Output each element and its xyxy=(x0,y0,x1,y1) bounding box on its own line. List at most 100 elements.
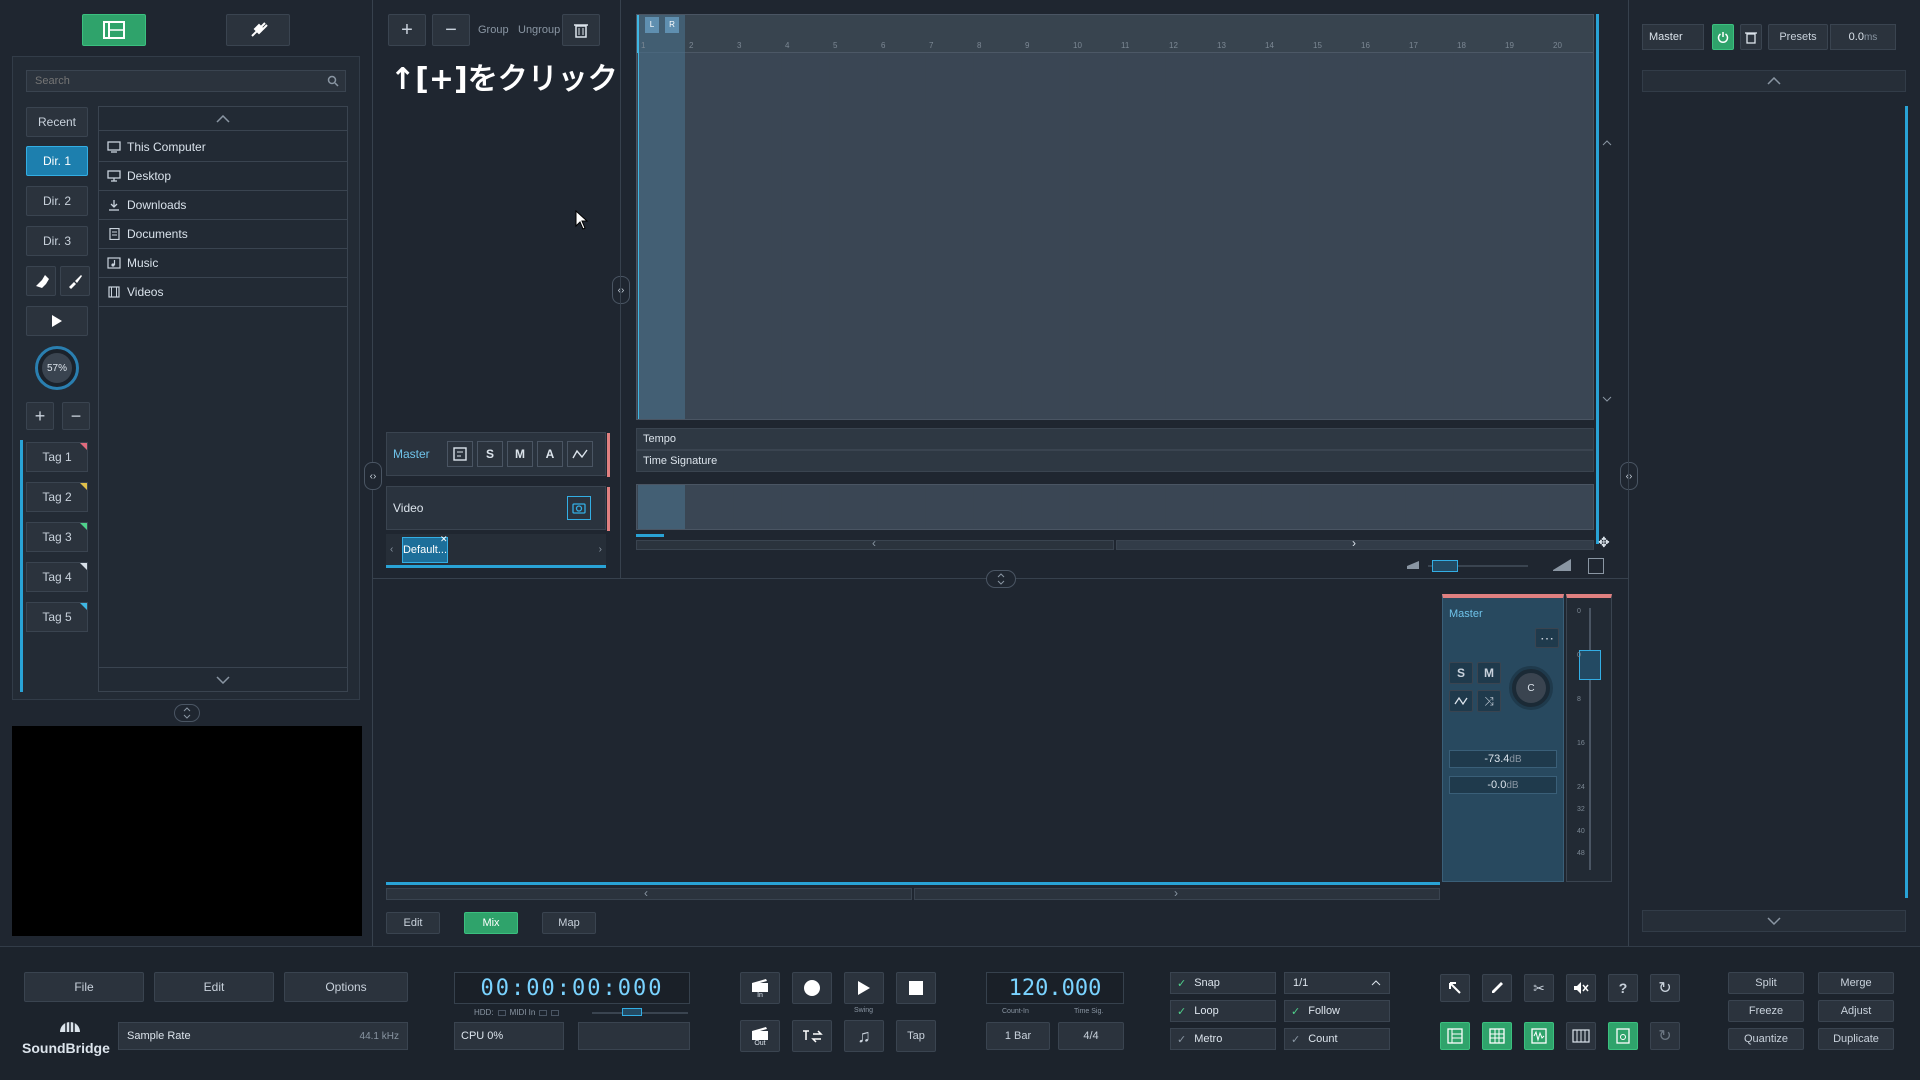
play-button[interactable] xyxy=(844,972,884,1004)
chevron-left-icon[interactable]: ‹ xyxy=(644,886,648,900)
undo-history-button[interactable]: ↻ xyxy=(1650,974,1680,1002)
fx-power-button[interactable] xyxy=(1712,24,1734,50)
follow-toggle[interactable]: ✓ Follow xyxy=(1284,1000,1390,1022)
pointer-tool-button[interactable] xyxy=(1440,974,1470,1002)
quantize-button[interactable]: Quantize xyxy=(1728,1028,1804,1050)
delay-value-field[interactable]: 0.0 ms xyxy=(1830,24,1896,50)
options-menu[interactable]: Options xyxy=(284,972,408,1002)
tab-scroll-left[interactable]: ‹ xyxy=(390,544,393,555)
scroll-up-button[interactable] xyxy=(99,107,347,131)
solo-button[interactable]: S xyxy=(477,441,503,467)
search-input[interactable] xyxy=(27,71,317,91)
location-this-computer[interactable]: This Computer xyxy=(99,133,347,162)
mixer-scroll-region[interactable]: ‹ › xyxy=(386,882,1440,904)
chevron-right-icon[interactable]: › xyxy=(1352,536,1356,550)
video-track-header[interactable]: Video xyxy=(386,486,610,531)
fx-channel-selector[interactable]: Master xyxy=(1642,24,1704,50)
tab-map[interactable]: Map xyxy=(542,912,596,934)
chevron-down-icon[interactable] xyxy=(1602,396,1612,402)
horizontal-scrollbar[interactable]: ‹ › xyxy=(636,534,1594,550)
punch-in-button[interactable]: In xyxy=(740,972,780,1004)
punch-out-button[interactable]: Out xyxy=(740,1020,780,1052)
ruler[interactable] xyxy=(637,15,1593,53)
preview-play-button[interactable] xyxy=(26,306,88,336)
preview-volume-knob[interactable]: 57% xyxy=(35,346,79,390)
zoom-in-icon[interactable] xyxy=(1552,558,1572,572)
add-track-button[interactable]: + xyxy=(388,14,426,46)
loop-toggle[interactable]: ✓ Loop xyxy=(1170,1000,1276,1022)
tempo-display[interactable]: 120.000 xyxy=(986,972,1124,1004)
video-lane[interactable] xyxy=(636,484,1594,530)
channel-automation-button[interactable] xyxy=(1449,690,1473,712)
loop-right-marker[interactable]: R xyxy=(665,17,679,33)
remove-track-button[interactable]: − xyxy=(432,14,470,46)
location-downloads[interactable]: Downloads xyxy=(99,191,347,220)
delete-track-button[interactable] xyxy=(562,14,600,46)
zoom-out-icon[interactable] xyxy=(1406,560,1420,570)
dir-2-button[interactable]: Dir. 2 xyxy=(26,186,88,216)
fx-delete-button[interactable] xyxy=(1740,24,1762,50)
chevron-right-icon[interactable]: › xyxy=(1174,886,1178,900)
grid-resolution-select[interactable]: 1/1 xyxy=(1284,972,1390,994)
merge-button[interactable]: Merge xyxy=(1818,972,1894,994)
vertical-scroll-track[interactable] xyxy=(1596,14,1614,544)
tag-1[interactable]: Tag 1 xyxy=(26,442,88,472)
automation-read-button[interactable]: A xyxy=(537,441,563,467)
dir-recent-button[interactable]: Recent xyxy=(26,107,88,137)
brush-tool-button[interactable] xyxy=(60,266,90,296)
channel-insert-button[interactable]: ⋯ xyxy=(1535,628,1559,648)
time-display[interactable]: 00:00:00:000 xyxy=(454,972,690,1004)
channel-mute-button[interactable]: M xyxy=(1477,662,1501,684)
plugins-view-button[interactable] xyxy=(226,14,290,46)
master-fader-meter[interactable]: 0 0 8 16 24 32 40 48 xyxy=(1566,594,1612,882)
piano-view-button[interactable] xyxy=(1566,1022,1596,1050)
grid-view-button[interactable] xyxy=(1482,1022,1512,1050)
help-button[interactable]: ? xyxy=(1608,974,1638,1002)
group-button[interactable]: Group xyxy=(478,24,509,36)
tag-4[interactable]: Tag 4 xyxy=(26,562,88,592)
time-signature-selector[interactable]: 4/4 xyxy=(1058,1022,1124,1050)
tag-3[interactable]: Tag 3 xyxy=(26,522,88,552)
chevron-up-icon[interactable] xyxy=(1602,140,1612,146)
dir-1-button[interactable]: Dir. 1 xyxy=(26,146,88,176)
tempo-lane[interactable]: Tempo xyxy=(636,428,1594,450)
location-videos[interactable]: Videos xyxy=(99,278,347,307)
split-tool-button[interactable]: ✂ xyxy=(1524,974,1554,1002)
track-panel-resize-handle[interactable]: ‹› xyxy=(612,276,630,304)
chevron-left-icon[interactable]: ‹ xyxy=(872,536,876,550)
ungroup-button[interactable]: Ungroup xyxy=(518,24,560,36)
edit-menu[interactable]: Edit xyxy=(154,972,274,1002)
add-tag-button[interactable]: + xyxy=(26,402,54,430)
remove-tag-button[interactable]: − xyxy=(62,402,90,430)
swing-button[interactable]: ♫ xyxy=(844,1020,884,1052)
plugin-view-button[interactable] xyxy=(1608,1022,1638,1050)
pan-knob[interactable]: C xyxy=(1509,666,1553,710)
tag-2[interactable]: Tag 2 xyxy=(26,482,88,512)
track-notes-button[interactable] xyxy=(447,441,473,467)
location-documents[interactable]: Documents xyxy=(99,220,347,249)
fx-rack-scrollbar[interactable] xyxy=(1905,106,1908,898)
split-button[interactable]: Split xyxy=(1728,972,1804,994)
duplicate-button[interactable]: Duplicate xyxy=(1818,1028,1894,1050)
mixer-collapse-handle[interactable] xyxy=(986,570,1016,588)
location-music[interactable]: Music xyxy=(99,249,347,278)
time-signature-lane[interactable]: Time Signature xyxy=(636,450,1594,472)
search-field[interactable] xyxy=(26,70,346,92)
sample-rate-field[interactable]: Sample Rate 44.1 kHz xyxy=(118,1022,408,1050)
pencil-tool-button[interactable] xyxy=(1482,974,1512,1002)
count-in-selector[interactable]: 1 Bar xyxy=(986,1022,1050,1050)
browser-view-button[interactable] xyxy=(82,14,146,46)
loop-left-marker[interactable]: L xyxy=(645,17,659,33)
channel-shuffle-button[interactable]: ⤨ xyxy=(1477,690,1501,712)
fx-scroll-down[interactable] xyxy=(1642,910,1906,932)
master-volume-slider[interactable] xyxy=(592,1008,688,1016)
automation-curve-button[interactable] xyxy=(567,441,593,467)
scroll-down-button[interactable] xyxy=(99,667,347,691)
tracks-view-button[interactable] xyxy=(1440,1022,1470,1050)
file-menu[interactable]: File xyxy=(24,972,144,1002)
snap-toggle[interactable]: ✓ Snap xyxy=(1170,972,1276,994)
tab-scroll-right[interactable]: › xyxy=(599,544,602,555)
mute-tool-button[interactable] xyxy=(1566,974,1596,1002)
fader-handle[interactable] xyxy=(1579,650,1601,680)
right-panel-toggle[interactable]: ‹› xyxy=(1620,462,1638,490)
